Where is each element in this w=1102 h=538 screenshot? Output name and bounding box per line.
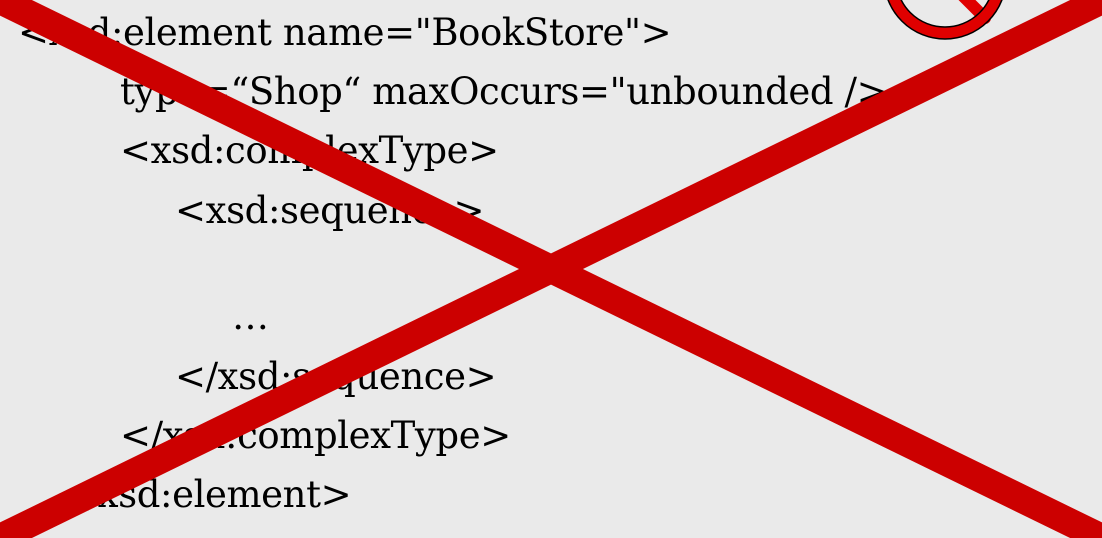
code-line-4: <xsd:sequence> <box>175 189 485 232</box>
code-line-2: type=“Shop“ maxOccurs="unbounded /> <box>120 70 888 113</box>
code-line-5: … <box>232 295 269 338</box>
code-line-1: <xsd:element name="BookStore"> <box>18 11 672 54</box>
code-line-7: </xsd:complexType> <box>120 414 511 457</box>
code-line-6: </xsd:sequence> <box>175 355 497 398</box>
code-line-3: <xsd:complexType> <box>120 129 499 172</box>
code-line-8: </xsd:element> <box>55 473 352 516</box>
xml-schema-code: <xsd:element name="BookStore"> type=“Sho… <box>0 0 1102 538</box>
slide: <xsd:element name="BookStore"> type=“Sho… <box>0 0 1102 538</box>
